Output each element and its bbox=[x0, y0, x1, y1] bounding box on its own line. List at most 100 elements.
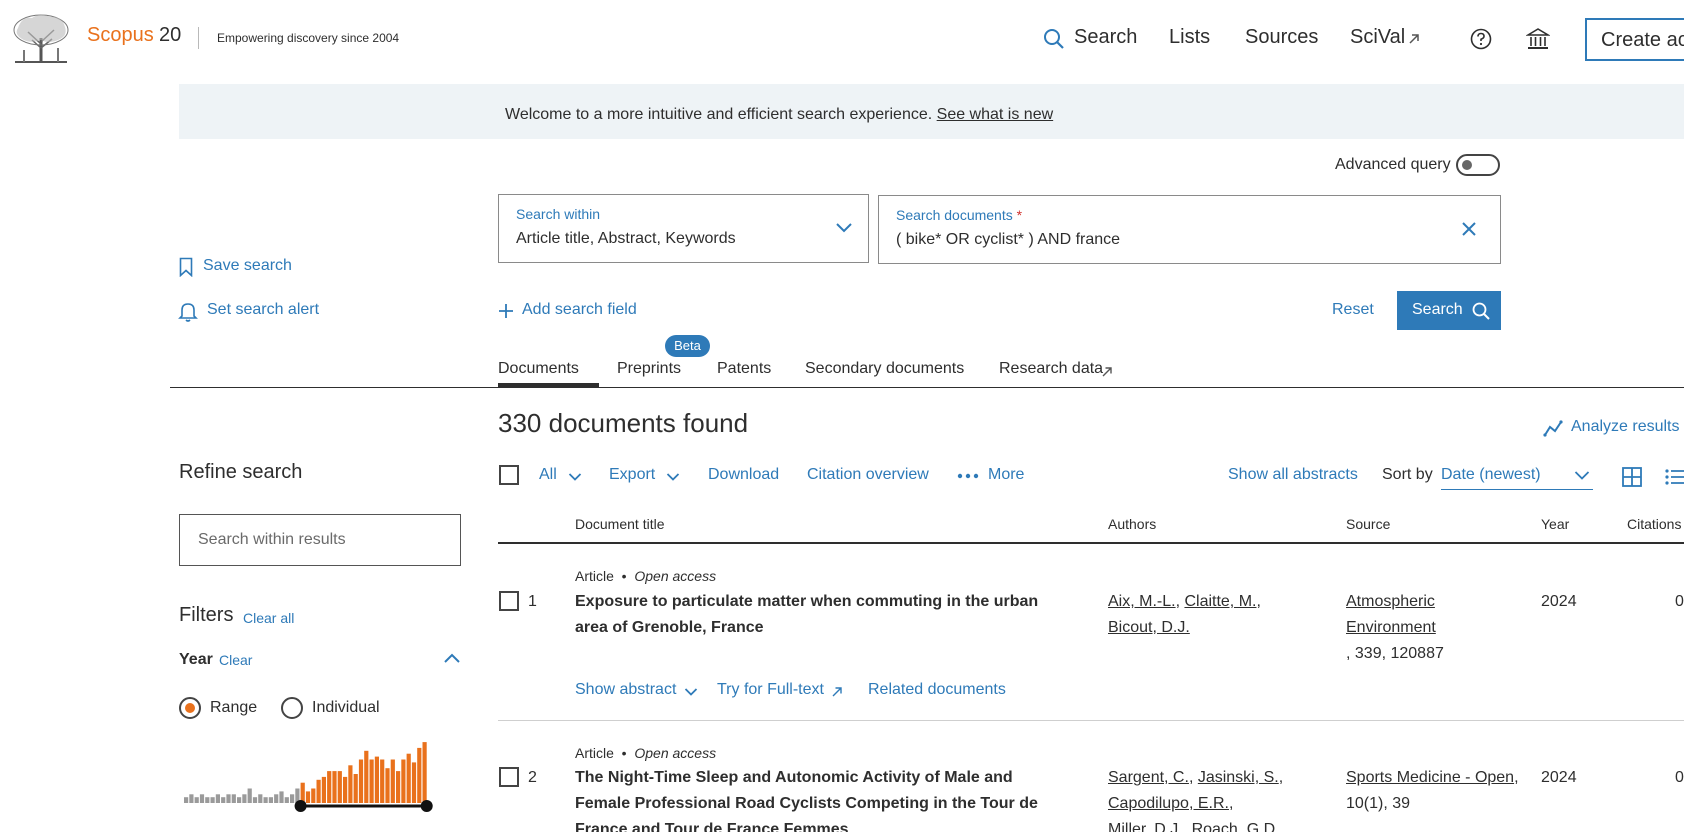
institution-icon[interactable] bbox=[1526, 27, 1550, 51]
more-dots-icon[interactable] bbox=[957, 473, 979, 479]
nav-scival[interactable]: SciVal bbox=[1350, 26, 1405, 49]
brand-divider bbox=[198, 27, 199, 49]
search-documents-field[interactable]: Search documents * ( bike* OR cyclist* )… bbox=[878, 195, 1501, 264]
document-title-link[interactable]: The Night-Time Sleep and Autonomic Activ… bbox=[575, 765, 1055, 832]
analyze-chart-icon[interactable] bbox=[1543, 419, 1563, 437]
histogram-bar-selected bbox=[348, 765, 353, 803]
histogram-bar-selected bbox=[353, 774, 358, 803]
save-search-link[interactable]: Save search bbox=[203, 257, 292, 275]
search-button[interactable]: Search bbox=[1397, 291, 1501, 330]
histogram-bar-unselected bbox=[189, 794, 194, 803]
author-link[interactable]: Roach, G.D. bbox=[1192, 821, 1280, 832]
download-button[interactable]: Download bbox=[708, 466, 779, 484]
author-link[interactable]: Jasinski, S. bbox=[1198, 769, 1279, 786]
tab-secondary-documents[interactable]: Secondary documents bbox=[805, 360, 964, 378]
tab-research-data[interactable]: Research data bbox=[999, 360, 1103, 378]
chevron-down-icon bbox=[1574, 470, 1590, 481]
range-radio[interactable] bbox=[179, 697, 201, 719]
external-link-icon bbox=[831, 685, 844, 698]
year-range-start-handle[interactable] bbox=[294, 800, 307, 812]
search-within-dropdown[interactable]: Search within Article title, Abstract, K… bbox=[498, 194, 869, 263]
bookmark-icon[interactable] bbox=[179, 257, 193, 277]
search-query-input[interactable]: ( bike* OR cyclist* ) AND france bbox=[896, 231, 1120, 249]
row-checkbox[interactable] bbox=[499, 767, 519, 787]
bell-icon[interactable] bbox=[178, 301, 198, 323]
citations-value[interactable]: 0 bbox=[1675, 769, 1684, 787]
add-search-field-link[interactable]: Add search field bbox=[522, 301, 637, 319]
author-link[interactable]: Bicout, D.J. bbox=[1108, 619, 1190, 636]
show-all-abstracts-button[interactable]: Show all abstracts bbox=[1228, 466, 1358, 484]
histogram-bar-selected bbox=[337, 771, 342, 803]
source-detail: , 339, 120887 bbox=[1346, 645, 1444, 662]
column-header-authors[interactable]: Authors bbox=[1108, 516, 1156, 532]
chevron-down-icon bbox=[684, 687, 698, 697]
export-dropdown[interactable]: Export bbox=[609, 466, 655, 484]
chevron-down-icon bbox=[568, 472, 582, 482]
grid-view-icon[interactable] bbox=[1621, 466, 1643, 488]
histogram-bar-unselected bbox=[184, 797, 189, 803]
brand-number: 20 bbox=[159, 24, 182, 46]
plus-icon[interactable] bbox=[498, 303, 514, 319]
source-link[interactable]: Sports Medicine - Open bbox=[1346, 769, 1514, 786]
create-account-button[interactable]: Create ac bbox=[1585, 18, 1684, 61]
chevron-down-icon bbox=[835, 222, 853, 234]
clear-query-icon[interactable] bbox=[1460, 220, 1478, 238]
clear-all-filters-link[interactable]: Clear all bbox=[243, 610, 294, 626]
try-full-text-link[interactable]: Try for Full-text bbox=[717, 681, 824, 699]
document-title-link[interactable]: Exposure to particulate matter when comm… bbox=[575, 589, 1055, 641]
see-what-is-new-link[interactable]: See what is new bbox=[937, 106, 1054, 123]
related-documents-link[interactable]: Related documents bbox=[868, 681, 1006, 699]
brand-name[interactable]: Scopus bbox=[87, 24, 154, 47]
all-dropdown[interactable]: All bbox=[539, 466, 557, 484]
citations-value[interactable]: 0 bbox=[1675, 593, 1684, 611]
year-range-end-handle[interactable] bbox=[420, 800, 433, 812]
search-within-results-input[interactable] bbox=[179, 514, 461, 566]
histogram-bar-selected bbox=[300, 782, 305, 803]
histogram-bar-selected bbox=[343, 776, 348, 803]
select-all-checkbox[interactable] bbox=[499, 465, 519, 485]
histogram-bar-unselected bbox=[226, 794, 231, 803]
analyze-results-link[interactable]: Analyze results bbox=[1571, 418, 1680, 436]
author-link[interactable]: Miller, D.J. bbox=[1108, 821, 1183, 832]
nav-search[interactable]: Search bbox=[1074, 26, 1137, 49]
histogram-bar-unselected bbox=[274, 794, 279, 803]
help-circle-icon[interactable] bbox=[1470, 28, 1492, 50]
tab-patents[interactable]: Patents bbox=[717, 360, 771, 378]
author-link[interactable]: Capodilupo, E.R. bbox=[1108, 795, 1229, 812]
list-view-icon[interactable] bbox=[1665, 468, 1684, 486]
histogram-bar-unselected bbox=[268, 797, 273, 803]
nav-lists[interactable]: Lists bbox=[1169, 26, 1210, 49]
advanced-query-toggle[interactable] bbox=[1456, 154, 1500, 176]
nav-sources[interactable]: Sources bbox=[1245, 26, 1318, 49]
tab-preprints[interactable]: Preprints bbox=[617, 360, 681, 378]
column-header-document-title[interactable]: Document title bbox=[575, 516, 664, 532]
column-header-source[interactable]: Source bbox=[1346, 516, 1390, 532]
histogram-bar-selected bbox=[411, 762, 417, 803]
refine-search-title: Refine search bbox=[179, 461, 303, 483]
search-icon[interactable] bbox=[1043, 28, 1065, 50]
citation-overview-button[interactable]: Citation overview bbox=[807, 466, 929, 484]
column-header-year[interactable]: Year bbox=[1541, 516, 1569, 532]
reset-button[interactable]: Reset bbox=[1332, 301, 1374, 319]
author-link[interactable]: Sargent, C. bbox=[1108, 769, 1189, 786]
year-clear-link[interactable]: Clear bbox=[219, 652, 252, 668]
histogram-bar-selected bbox=[390, 759, 395, 803]
elsevier-logo-icon[interactable] bbox=[10, 12, 72, 64]
show-abstract-button[interactable]: Show abstract bbox=[575, 681, 676, 699]
chevron-up-icon[interactable] bbox=[443, 652, 461, 664]
tab-documents[interactable]: Documents bbox=[498, 360, 579, 378]
source-link[interactable]: Atmospheric Environment bbox=[1346, 589, 1446, 641]
row-checkbox[interactable] bbox=[499, 591, 519, 611]
column-header-citations[interactable]: Citations bbox=[1627, 516, 1681, 532]
histogram-bar-selected bbox=[311, 788, 316, 803]
sort-select[interactable]: Date (newest) bbox=[1441, 466, 1593, 490]
histogram-bar-selected bbox=[401, 759, 406, 803]
set-search-alert-link[interactable]: Set search alert bbox=[207, 301, 319, 319]
individual-radio[interactable] bbox=[281, 697, 303, 719]
filters-title: Filters bbox=[179, 604, 234, 626]
histogram-bar-unselected bbox=[242, 794, 247, 803]
histogram-bar-selected bbox=[406, 753, 411, 803]
author-link[interactable]: Claitte, M. bbox=[1184, 593, 1256, 610]
author-link[interactable]: Aix, M.-L. bbox=[1108, 593, 1176, 610]
more-button[interactable]: More bbox=[988, 466, 1024, 484]
